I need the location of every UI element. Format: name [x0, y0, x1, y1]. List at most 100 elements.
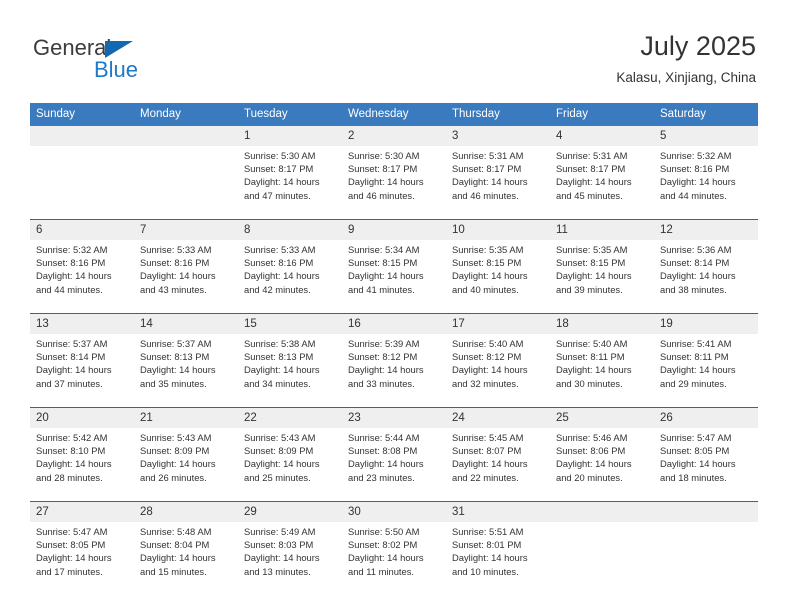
day-info-line: Daylight: 14 hours: [348, 176, 424, 188]
day-cell[interactable]: Sunrise: 5:38 AM Sunset: 8:13 PM Daylight:…: [238, 334, 342, 407]
day-cell[interactable]: Sunrise: 5:51 AM Sunset: 8:01 PM Daylight:…: [446, 522, 550, 595]
day-info-line: and 42 minutes.: [244, 283, 311, 295]
day-info-line: Daylight: 14 hours: [452, 458, 528, 470]
day-number[interactable]: 16: [342, 314, 446, 334]
day-number[interactable]: 26: [654, 408, 758, 428]
weekday-header-monday: Monday: [134, 103, 238, 126]
day-number[interactable]: 5: [654, 126, 758, 146]
day-cell-empty: [30, 146, 134, 219]
day-number[interactable]: 18: [550, 314, 654, 334]
day-number[interactable]: 8: [238, 220, 342, 240]
day-cell[interactable]: Sunrise: 5:35 AM Sunset: 8:15 PM Daylight:…: [446, 240, 550, 313]
day-cell[interactable]: Sunrise: 5:37 AM Sunset: 8:13 PM Daylight:…: [134, 334, 238, 407]
day-cell[interactable]: Sunrise: 5:45 AM Sunset: 8:07 PM Daylight:…: [446, 428, 550, 501]
day-number[interactable]: 17: [446, 314, 550, 334]
day-info-line: Sunrise: 5:37 AM: [36, 338, 108, 349]
day-cell[interactable]: Sunrise: 5:43 AM Sunset: 8:09 PM Daylight:…: [238, 428, 342, 501]
day-number[interactable]: 30: [342, 502, 446, 522]
day-info-line: Sunrise: 5:36 AM: [660, 244, 732, 255]
day-info-line: and 34 minutes.: [244, 377, 311, 389]
day-number-row: 27 28 29 30 31: [30, 502, 758, 522]
day-cell[interactable]: Sunrise: 5:47 AM Sunset: 8:05 PM Daylight:…: [30, 522, 134, 595]
day-cell[interactable]: Sunrise: 5:33 AM Sunset: 8:16 PM Daylight:…: [238, 240, 342, 313]
day-info-line: and 15 minutes.: [140, 565, 207, 577]
general-blue-logo[interactable]: General Blue: [33, 36, 163, 84]
day-number[interactable]: 21: [134, 408, 238, 428]
day-info-line: and 44 minutes.: [660, 189, 727, 201]
day-cell[interactable]: Sunrise: 5:36 AM Sunset: 8:14 PM Daylight:…: [654, 240, 758, 313]
day-cell[interactable]: Sunrise: 5:39 AM Sunset: 8:12 PM Daylight:…: [342, 334, 446, 407]
day-info-line: Sunrise: 5:35 AM: [556, 244, 628, 255]
day-number[interactable]: 22: [238, 408, 342, 428]
day-cell[interactable]: Sunrise: 5:37 AM Sunset: 8:14 PM Daylight:…: [30, 334, 134, 407]
day-number[interactable]: 27: [30, 502, 134, 522]
day-number[interactable]: 31: [446, 502, 550, 522]
weekday-header-row: Sunday Monday Tuesday Wednesday Thursday…: [30, 103, 758, 126]
day-number[interactable]: 6: [30, 220, 134, 240]
day-number[interactable]: 11: [550, 220, 654, 240]
day-info-line: and 22 minutes.: [452, 471, 519, 483]
day-info-line: and 13 minutes.: [244, 565, 311, 577]
day-number[interactable]: 1: [238, 126, 342, 146]
day-number[interactable]: 13: [30, 314, 134, 334]
day-info-line: Daylight: 14 hours: [452, 364, 528, 376]
day-cell[interactable]: Sunrise: 5:32 AM Sunset: 8:16 PM Daylight:…: [654, 146, 758, 219]
day-cell[interactable]: Sunrise: 5:47 AM Sunset: 8:05 PM Daylight:…: [654, 428, 758, 501]
day-info-line: Daylight: 14 hours: [556, 364, 632, 376]
day-info-line: Sunset: 8:08 PM: [348, 445, 418, 457]
day-number-empty: [654, 502, 758, 522]
day-number[interactable]: 4: [550, 126, 654, 146]
day-cell[interactable]: Sunrise: 5:32 AM Sunset: 8:16 PM Daylight:…: [30, 240, 134, 313]
day-cell[interactable]: Sunrise: 5:42 AM Sunset: 8:10 PM Daylight:…: [30, 428, 134, 501]
day-info-line: Daylight: 14 hours: [140, 458, 216, 470]
day-info-line: and 46 minutes.: [452, 189, 519, 201]
day-cell[interactable]: Sunrise: 5:40 AM Sunset: 8:12 PM Daylight:…: [446, 334, 550, 407]
day-info-line: Daylight: 14 hours: [348, 552, 424, 564]
day-cell[interactable]: Sunrise: 5:30 AM Sunset: 8:17 PM Daylight:…: [342, 146, 446, 219]
day-number[interactable]: 20: [30, 408, 134, 428]
day-info-line: Daylight: 14 hours: [348, 458, 424, 470]
day-info-line: and 25 minutes.: [244, 471, 311, 483]
day-number[interactable]: 2: [342, 126, 446, 146]
day-number[interactable]: 12: [654, 220, 758, 240]
day-number[interactable]: 23: [342, 408, 446, 428]
logo-triangle-icon: [105, 41, 133, 58]
day-number[interactable]: 9: [342, 220, 446, 240]
day-info-line: Daylight: 14 hours: [452, 552, 528, 564]
day-info-line: Sunset: 8:14 PM: [660, 257, 730, 269]
day-cell[interactable]: Sunrise: 5:44 AM Sunset: 8:08 PM Daylight:…: [342, 428, 446, 501]
calendar-body: 1 2 3 4 5 Sunrise: 5:30 AM Sunset: 8:17 PM Dayl…: [30, 126, 758, 595]
day-cell[interactable]: Sunrise: 5:34 AM Sunset: 8:15 PM Daylight:…: [342, 240, 446, 313]
day-cell[interactable]: Sunrise: 5:48 AM Sunset: 8:04 PM Daylight:…: [134, 522, 238, 595]
day-info-line: Sunset: 8:13 PM: [140, 351, 210, 363]
day-cell[interactable]: Sunrise: 5:31 AM Sunset: 8:17 PM Daylight:…: [446, 146, 550, 219]
day-number[interactable]: 19: [654, 314, 758, 334]
day-number[interactable]: 7: [134, 220, 238, 240]
day-number[interactable]: 28: [134, 502, 238, 522]
day-number[interactable]: 14: [134, 314, 238, 334]
day-cell[interactable]: Sunrise: 5:43 AM Sunset: 8:09 PM Daylight:…: [134, 428, 238, 501]
day-number[interactable]: 25: [550, 408, 654, 428]
weekday-header-friday: Friday: [550, 103, 654, 126]
calendar-page: General Blue July 2025 Kalasu, Xinjiang,…: [0, 0, 792, 612]
day-cell[interactable]: Sunrise: 5:31 AM Sunset: 8:17 PM Daylight:…: [550, 146, 654, 219]
day-info-line: and 11 minutes.: [348, 565, 415, 577]
day-detail-row: Sunrise: 5:32 AM Sunset: 8:16 PM Daylight:…: [30, 240, 758, 313]
day-cell[interactable]: Sunrise: 5:35 AM Sunset: 8:15 PM Daylight:…: [550, 240, 654, 313]
day-info-line: and 43 minutes.: [140, 283, 207, 295]
day-cell[interactable]: Sunrise: 5:33 AM Sunset: 8:16 PM Daylight:…: [134, 240, 238, 313]
day-number[interactable]: 29: [238, 502, 342, 522]
day-cell[interactable]: Sunrise: 5:40 AM Sunset: 8:11 PM Daylight:…: [550, 334, 654, 407]
day-cell[interactable]: Sunrise: 5:41 AM Sunset: 8:11 PM Daylight:…: [654, 334, 758, 407]
day-number[interactable]: 3: [446, 126, 550, 146]
day-number[interactable]: 10: [446, 220, 550, 240]
day-info-line: Sunset: 8:03 PM: [244, 539, 314, 551]
day-cell[interactable]: Sunrise: 5:49 AM Sunset: 8:03 PM Daylight:…: [238, 522, 342, 595]
day-info-line: Sunrise: 5:31 AM: [452, 150, 524, 161]
day-cell[interactable]: Sunrise: 5:30 AM Sunset: 8:17 PM Daylight:…: [238, 146, 342, 219]
day-number[interactable]: 15: [238, 314, 342, 334]
day-cell[interactable]: Sunrise: 5:50 AM Sunset: 8:02 PM Daylight:…: [342, 522, 446, 595]
day-number[interactable]: 24: [446, 408, 550, 428]
day-cell[interactable]: Sunrise: 5:46 AM Sunset: 8:06 PM Daylight:…: [550, 428, 654, 501]
day-info-line: Sunset: 8:17 PM: [452, 163, 522, 175]
